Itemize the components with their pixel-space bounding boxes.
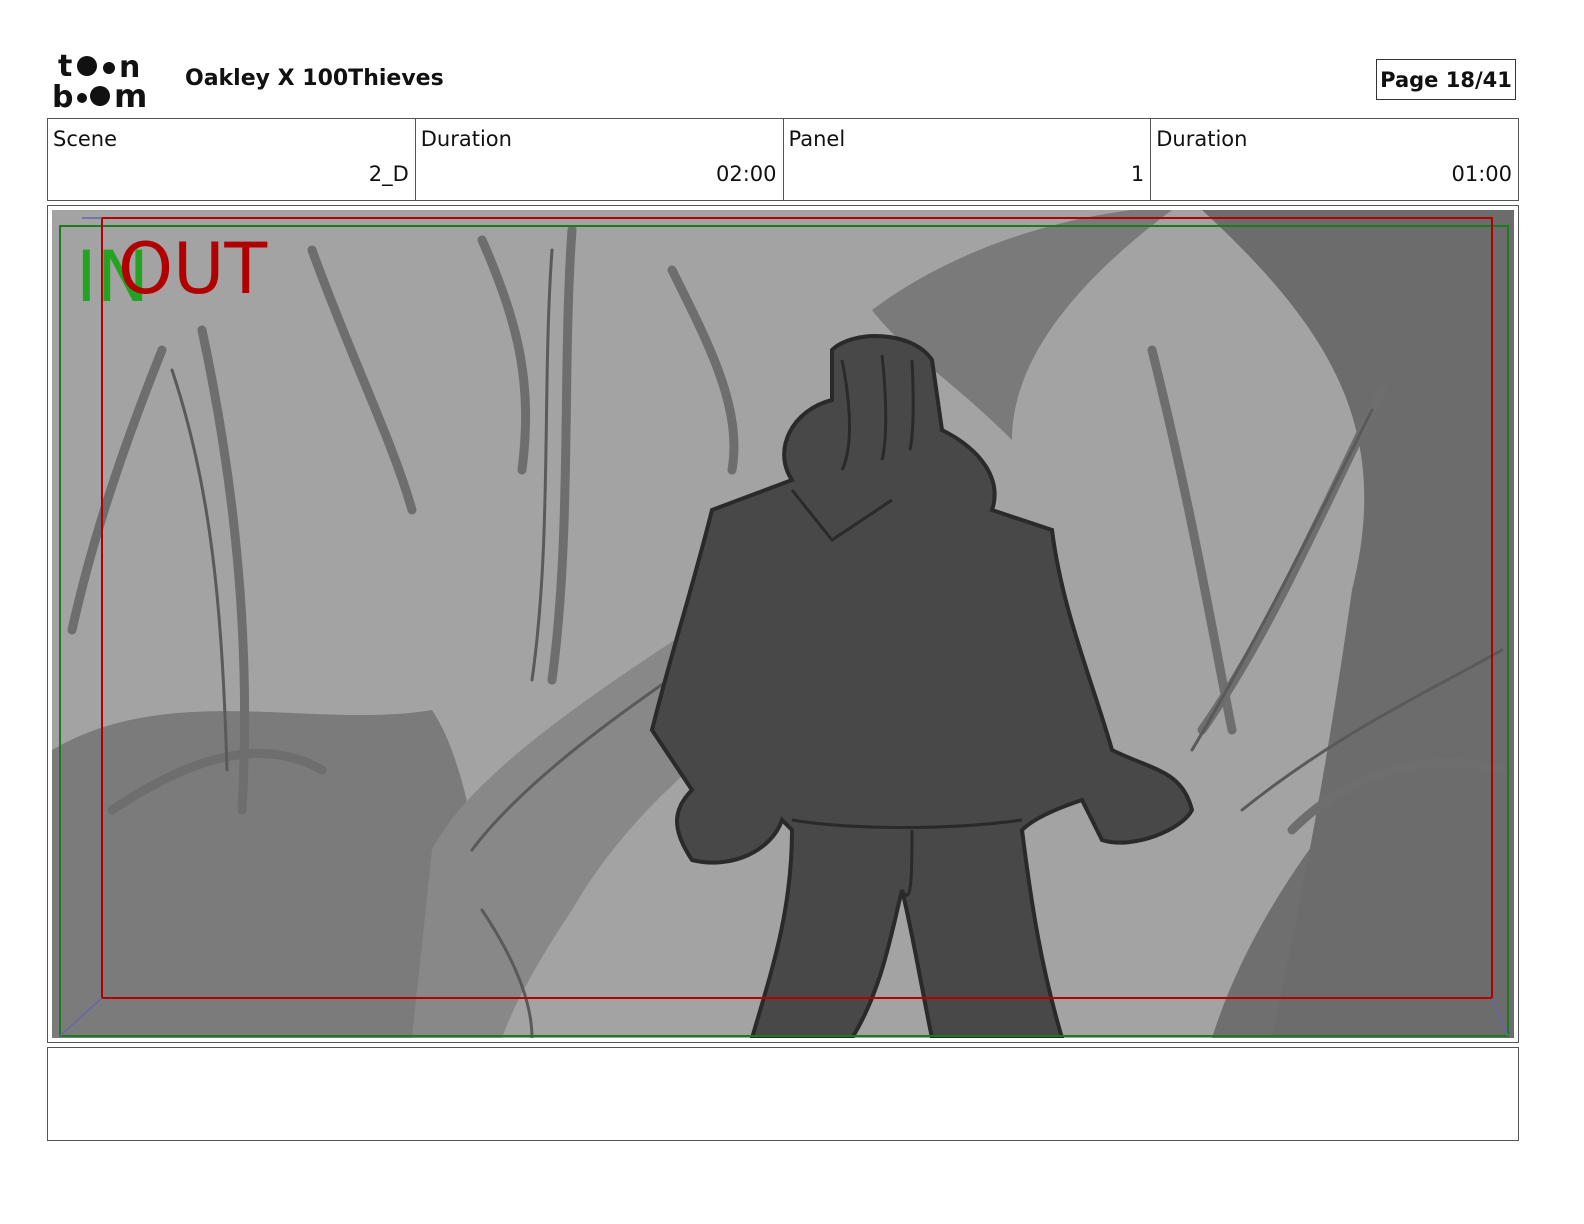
scene-duration-value: 02:00 [715, 162, 777, 186]
scene-duration-cell: Duration 02:00 [416, 119, 784, 200]
storyboard-panel: IN OUT [47, 205, 1519, 1043]
scene-value: 2_D [368, 162, 409, 186]
scene-cell: Scene 2_D [48, 119, 416, 200]
toon-boom-logo: t n b m [52, 49, 162, 115]
panel-duration-cell: Duration 01:00 [1151, 119, 1518, 200]
panel-notes [47, 1047, 1519, 1141]
panel-sketch-image [52, 210, 1514, 1038]
panel-cell: Panel 1 [784, 119, 1152, 200]
page-indicator: Page 18/41 [1376, 59, 1516, 100]
project-title: Oakley X 100Thieves [185, 66, 444, 91]
panel-value: 1 [1130, 162, 1145, 186]
svg-text:b: b [52, 80, 73, 110]
svg-text:t: t [58, 50, 72, 84]
panel-duration-value: 01:00 [1451, 162, 1512, 186]
out-marker: OUT [118, 228, 268, 310]
scene-duration-label: Duration [420, 127, 512, 151]
svg-text:m: m [114, 77, 147, 110]
scene-label: Scene [53, 127, 118, 151]
scene-info-table: Scene 2_D Duration 02:00 Panel 1 Duratio… [47, 118, 1519, 201]
panel-label: Panel [788, 127, 846, 151]
panel-duration-label: Duration [1156, 127, 1248, 151]
